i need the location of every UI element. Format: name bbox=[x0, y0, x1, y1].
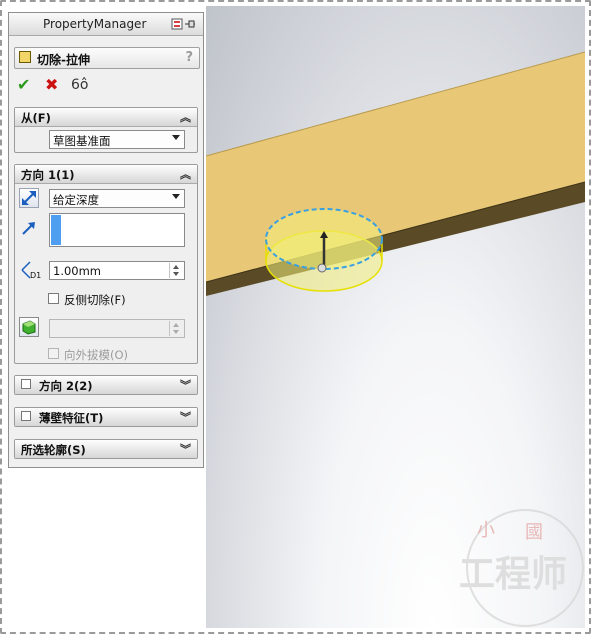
thin-feature-checkbox[interactable] bbox=[21, 411, 31, 421]
help-icon[interactable]: ? bbox=[185, 50, 193, 65]
draft-angle-input[interactable] bbox=[49, 319, 185, 338]
chevron-down-icon[interactable]: ︾ bbox=[180, 377, 191, 393]
ok-check-icon[interactable]: ✔ bbox=[17, 76, 30, 94]
chevron-down-icon[interactable]: ︾ bbox=[180, 441, 191, 457]
depth-d1-icon: D1 bbox=[21, 261, 41, 280]
watermark-seal: 小 國 工程师 bbox=[459, 509, 584, 627]
chevron-up-icon[interactable]: ︽ bbox=[180, 109, 191, 125]
group-thin-feature-title: 薄壁特征(T) bbox=[39, 411, 104, 425]
group-thin-feature[interactable]: 薄壁特征(T) ︾ bbox=[14, 407, 198, 427]
start-condition-value: 草图基准面 bbox=[53, 134, 111, 148]
feature-title-bar: 切除-拉伸 ? bbox=[14, 47, 200, 69]
watermark-text-small: 小 bbox=[477, 520, 495, 541]
chevron-up-icon[interactable]: ︽ bbox=[180, 166, 191, 182]
group-thin-feature-header[interactable]: 薄壁特征(T) ︾ bbox=[15, 408, 197, 426]
preview-glasses-icon[interactable]: 6ô bbox=[71, 76, 88, 94]
group-selected-contours-title: 所选轮廓(S) bbox=[21, 443, 86, 457]
pin-icon[interactable] bbox=[171, 18, 197, 30]
property-manager-title: PropertyManager bbox=[43, 17, 147, 31]
direction-reference-listbox[interactable] bbox=[49, 213, 185, 247]
flip-side-checkbox[interactable] bbox=[48, 293, 59, 304]
direction2-checkbox[interactable] bbox=[21, 379, 31, 389]
cut-extrude-icon bbox=[19, 51, 31, 63]
group-direction1-title: 方向 1(1) bbox=[21, 168, 75, 182]
dropdown-arrow-icon bbox=[172, 194, 180, 199]
group-from-title: 从(F) bbox=[21, 111, 51, 125]
depth-input[interactable]: 1.00mm bbox=[49, 261, 185, 280]
watermark-text-main: 工程师 bbox=[459, 553, 567, 595]
depth-spinner[interactable] bbox=[169, 263, 183, 278]
drag-handle[interactable] bbox=[317, 263, 327, 273]
direction-vector-icon bbox=[22, 222, 35, 235]
group-direction1: 方向 1(1) ︽ 给定深度 D1 1.00mm 反侧切除(F) 向外拔模(O) bbox=[14, 164, 198, 364]
end-condition-select[interactable]: 给定深度 bbox=[49, 189, 185, 208]
draft-outward-label: 向外拔模(O) bbox=[64, 348, 129, 362]
group-direction2-title: 方向 2(2) bbox=[39, 379, 93, 393]
reverse-direction-icon bbox=[22, 191, 36, 205]
depth-value: 1.00mm bbox=[53, 264, 102, 278]
property-manager: PropertyManager 切除-拉伸 ? ✔ ✖ 6ô 从(F) ︽ 草图… bbox=[8, 12, 204, 468]
draft-toggle-button[interactable] bbox=[19, 317, 39, 337]
action-row: ✔ ✖ 6ô bbox=[17, 76, 137, 94]
end-condition-value: 给定深度 bbox=[53, 193, 99, 207]
reverse-direction-button[interactable] bbox=[19, 188, 39, 208]
watermark-text-seal: 國 bbox=[525, 522, 543, 543]
group-selected-contours-header[interactable]: 所选轮廓(S) ︾ bbox=[15, 440, 197, 458]
group-direction2-header[interactable]: 方向 2(2) ︾ bbox=[15, 376, 197, 394]
property-manager-header: PropertyManager bbox=[9, 13, 203, 36]
group-direction1-header[interactable]: 方向 1(1) ︽ bbox=[15, 165, 197, 184]
feature-title: 切除-拉伸 bbox=[37, 53, 90, 67]
dropdown-arrow-icon bbox=[172, 135, 180, 140]
group-from: 从(F) ︽ 草图基准面 bbox=[14, 107, 198, 153]
group-selected-contours[interactable]: 所选轮廓(S) ︾ bbox=[14, 439, 198, 459]
listbox-selection bbox=[51, 215, 61, 245]
group-direction2[interactable]: 方向 2(2) ︾ bbox=[14, 375, 198, 395]
draft-angle-spinner[interactable] bbox=[169, 321, 183, 336]
cancel-x-icon[interactable]: ✖ bbox=[45, 76, 58, 94]
group-from-header[interactable]: 从(F) ︽ bbox=[15, 108, 197, 127]
start-condition-select[interactable]: 草图基准面 bbox=[49, 130, 185, 149]
chevron-down-icon[interactable]: ︾ bbox=[180, 409, 191, 425]
draft-icon bbox=[22, 320, 36, 335]
draft-outward-checkbox[interactable] bbox=[48, 348, 59, 359]
svg-text:D1: D1 bbox=[30, 271, 41, 280]
flip-side-label: 反侧切除(F) bbox=[64, 293, 126, 307]
